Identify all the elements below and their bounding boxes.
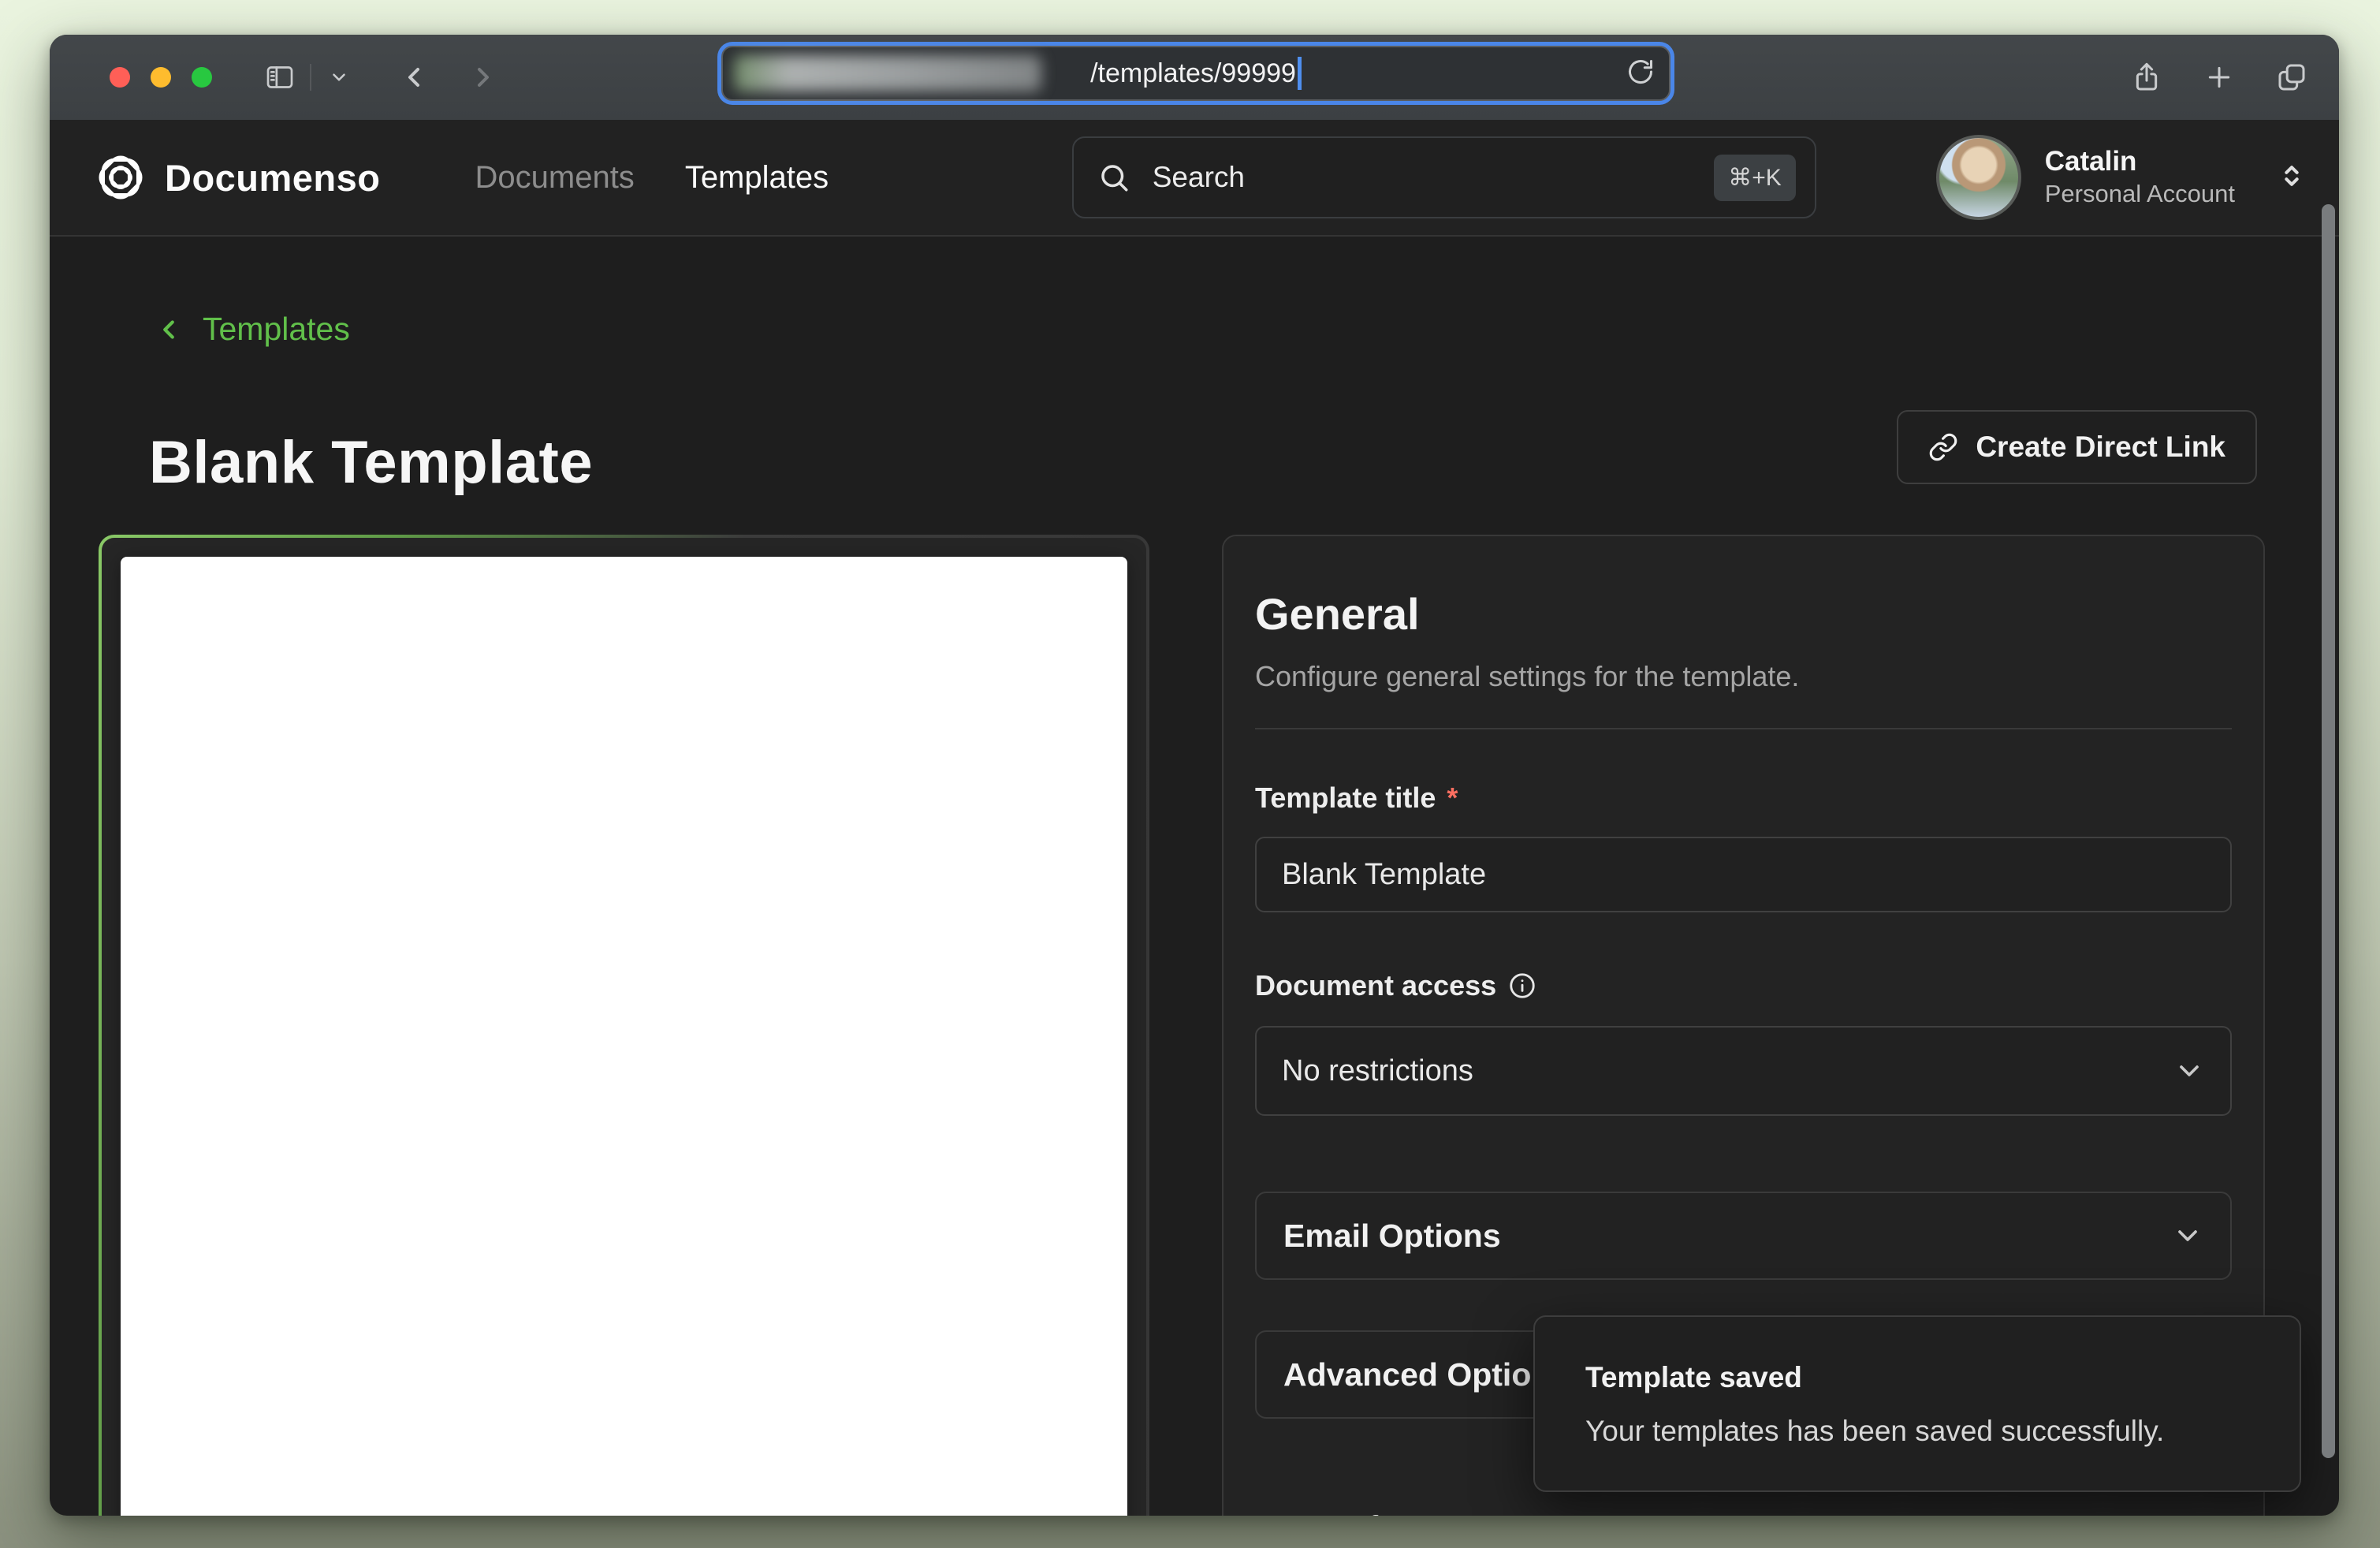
main-nav: Documents Templates (475, 160, 829, 196)
template-title-label: Template title * (1255, 781, 2232, 815)
browser-window: /templates/99999 (50, 35, 2339, 1516)
address-bar[interactable]: /templates/99999 (721, 46, 1670, 101)
chevron-down-icon (2173, 1055, 2205, 1087)
url-path: /templates/99999 (1090, 58, 1296, 89)
sidebar-toggle-icon[interactable] (264, 62, 296, 93)
step-indicator: Step 1 of 3 (1255, 1510, 2232, 1516)
search-input[interactable] (1151, 160, 1714, 195)
window-controls (110, 67, 212, 88)
url-redacted-blur (734, 55, 1041, 91)
search-icon (1097, 161, 1130, 194)
document-access-label: Document access (1255, 969, 2232, 1002)
divider (1255, 728, 2232, 729)
create-direct-link-button[interactable]: Create Direct Link (1897, 410, 2257, 484)
page-title: Blank Template (149, 428, 593, 497)
document-access-value: No restrictions (1282, 1054, 1473, 1088)
forward-button[interactable] (467, 62, 499, 93)
nav-documents[interactable]: Documents (475, 160, 635, 196)
toast-message: Your templates has been saved successful… (1585, 1415, 2300, 1448)
user-account-type: Personal Account (2045, 178, 2235, 210)
back-to-templates-link[interactable]: Templates (154, 311, 350, 348)
text-caret (1298, 57, 1302, 90)
close-window-button[interactable] (110, 67, 130, 88)
sidebar-chevron-icon[interactable] (326, 67, 352, 88)
brand-name: Documenso (165, 156, 381, 200)
chevrons-up-down-icon (2276, 160, 2307, 196)
panel-description: Configure general settings for the templ… (1255, 660, 2232, 693)
document-access-select[interactable]: No restrictions (1255, 1026, 2232, 1116)
tab-overview-icon[interactable] (2276, 62, 2307, 93)
search-shortcut-badge: ⌘+K (1714, 155, 1796, 201)
browser-titlebar: /templates/99999 (50, 35, 2339, 121)
brand[interactable]: Documenso (94, 151, 381, 204)
titlebar-divider (310, 64, 311, 91)
document-preview-card (99, 535, 1149, 1516)
panel-title: General (1255, 588, 2232, 640)
user-name: Catalin (2045, 145, 2235, 178)
avatar (1936, 135, 2021, 220)
back-link-label: Templates (203, 311, 350, 348)
toast-title: Template saved (1585, 1361, 2300, 1394)
reload-icon[interactable] (1626, 58, 1655, 90)
required-asterisk: * (1447, 781, 1458, 815)
new-tab-icon[interactable] (2203, 62, 2235, 93)
chevron-left-icon (154, 315, 184, 345)
share-icon[interactable] (2131, 62, 2162, 93)
vertical-scrollbar[interactable] (2322, 204, 2335, 1458)
template-title-input[interactable] (1255, 837, 2232, 912)
toast-template-saved[interactable]: Template saved Your templates has been s… (1533, 1315, 2301, 1492)
zoom-window-button[interactable] (192, 67, 212, 88)
search-bar[interactable]: ⌘+K (1072, 136, 1816, 218)
minimize-window-button[interactable] (151, 67, 171, 88)
advanced-options-label: Advanced Options (1283, 1356, 1569, 1393)
email-options-label: Email Options (1283, 1218, 1501, 1255)
create-direct-link-label: Create Direct Link (1976, 431, 2225, 464)
email-options-accordion[interactable]: Email Options (1255, 1192, 2232, 1280)
info-icon[interactable] (1507, 971, 1537, 1001)
back-button[interactable] (398, 62, 430, 93)
account-menu[interactable]: Catalin Personal Account (1936, 135, 2307, 220)
link-icon (1928, 432, 1958, 462)
documenso-logo-icon (94, 151, 147, 204)
pdf-page-blank (121, 557, 1127, 1516)
app-header: Documenso Documents Templates ⌘+K Catali… (50, 120, 2339, 237)
nav-templates[interactable]: Templates (685, 160, 829, 196)
chevron-down-icon (2172, 1220, 2203, 1251)
